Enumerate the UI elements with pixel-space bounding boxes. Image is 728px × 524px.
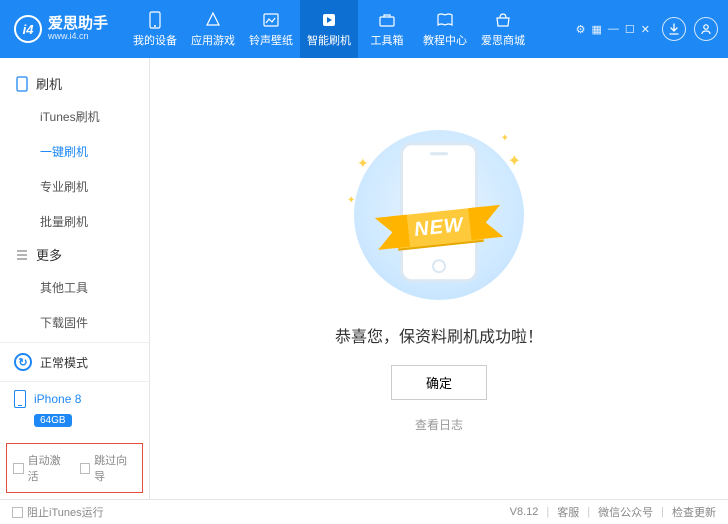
book-icon (436, 11, 454, 29)
wallpaper-icon (262, 11, 280, 29)
close-icon[interactable]: ✕ (641, 23, 650, 36)
success-illustration: ✦ ✦ ✦ ✦ NEW (339, 125, 539, 305)
sidebar-item-download-fw[interactable]: 下载固件 (0, 305, 149, 340)
refresh-icon: ↻ (14, 353, 32, 371)
header-right: ⚙ ▦ — ☐ ✕ (576, 17, 718, 41)
sparkle-icon: ✦ (508, 151, 521, 171)
checkbox-icon (80, 463, 91, 474)
menu-icon (16, 249, 28, 261)
ok-button[interactable]: 确定 (391, 365, 487, 400)
minimize-icon[interactable]: — (608, 23, 619, 36)
settings-icon[interactable]: ⚙ (576, 23, 586, 36)
device-phone-icon (14, 390, 26, 408)
mode-row[interactable]: ↻ 正常模式 (0, 343, 149, 382)
nav-my-device[interactable]: 我的设备 (126, 0, 184, 58)
window-controls: ⚙ ▦ — ☐ ✕ (576, 23, 650, 36)
success-message: 恭喜您，保资料刷机成功啦！ (335, 323, 543, 347)
storage-badge: 64GB (34, 414, 72, 427)
sidebar-item-oneclick-flash[interactable]: 一键刷机 (0, 134, 149, 169)
nav-toolbox[interactable]: 工具箱 (358, 0, 416, 58)
device-name: iPhone 8 (34, 392, 81, 406)
sidebar-group-flash[interactable]: 刷机 (0, 68, 149, 99)
logo[interactable]: i4 爱思助手 www.i4.cn (14, 15, 108, 43)
phone-icon (146, 11, 164, 29)
sparkle-icon: ✦ (501, 133, 509, 144)
sidebar-item-pro-flash[interactable]: 专业刷机 (0, 169, 149, 204)
footer: 阻止iTunes运行 V8.12 | 客服 | 微信公众号 | 检查更新 (0, 499, 728, 524)
nav-tutorials[interactable]: 教程中心 (416, 0, 474, 58)
flash-icon (320, 11, 338, 29)
header: i4 爱思助手 www.i4.cn 我的设备 应用游戏 铃声壁纸 智能刷机 工具… (0, 0, 728, 58)
nav-flash[interactable]: 智能刷机 (300, 0, 358, 58)
logo-title: 爱思助手 (48, 16, 108, 33)
sidebar: 刷机 iTunes刷机 一键刷机 专业刷机 批量刷机 更多 其他工具 下载固件 … (0, 58, 150, 499)
maximize-icon[interactable]: ☐ (625, 23, 635, 36)
sidebar-item-other-tools[interactable]: 其他工具 (0, 270, 149, 305)
checkbox-skip-guide[interactable]: 跳过向导 (80, 452, 137, 484)
apps-icon (204, 11, 222, 29)
nav-store[interactable]: 爱思商城 (474, 0, 532, 58)
sparkle-icon: ✦ (357, 155, 369, 172)
checkbox-auto-activate[interactable]: 自动激活 (13, 452, 70, 484)
sidebar-group-more[interactable]: 更多 (0, 239, 149, 270)
store-icon (494, 11, 512, 29)
checkbox-icon (12, 507, 23, 518)
skin-icon[interactable]: ▦ (592, 23, 602, 36)
toolbox-icon (378, 11, 396, 29)
phone-outline-icon (16, 76, 28, 92)
logo-subtitle: www.i4.cn (48, 32, 108, 42)
checkbox-block-itunes[interactable]: 阻止iTunes运行 (12, 504, 104, 520)
download-button[interactable] (662, 17, 686, 41)
main-content: ✦ ✦ ✦ ✦ NEW 恭喜您，保资料刷机成功啦！ 确定 查看日志 (150, 58, 728, 499)
nav-ringtones[interactable]: 铃声壁纸 (242, 0, 300, 58)
sidebar-item-itunes-flash[interactable]: iTunes刷机 (0, 99, 149, 134)
footer-link-update[interactable]: 检查更新 (672, 504, 716, 520)
logo-icon: i4 (14, 15, 42, 43)
user-button[interactable] (694, 17, 718, 41)
mode-label: 正常模式 (40, 354, 88, 371)
footer-link-support[interactable]: 客服 (557, 504, 579, 520)
sidebar-item-batch-flash[interactable]: 批量刷机 (0, 204, 149, 239)
sparkle-icon: ✦ (347, 195, 355, 206)
footer-link-wechat[interactable]: 微信公众号 (598, 504, 653, 520)
top-nav: 我的设备 应用游戏 铃声壁纸 智能刷机 工具箱 教程中心 爱思商城 (126, 0, 532, 58)
view-log-link[interactable]: 查看日志 (415, 416, 463, 433)
nav-apps[interactable]: 应用游戏 (184, 0, 242, 58)
options-highlight: 自动激活 跳过向导 (6, 443, 143, 493)
device-row[interactable]: iPhone 8 64GB (0, 382, 149, 437)
version-label: V8.12 (510, 506, 539, 518)
checkbox-icon (13, 463, 24, 474)
